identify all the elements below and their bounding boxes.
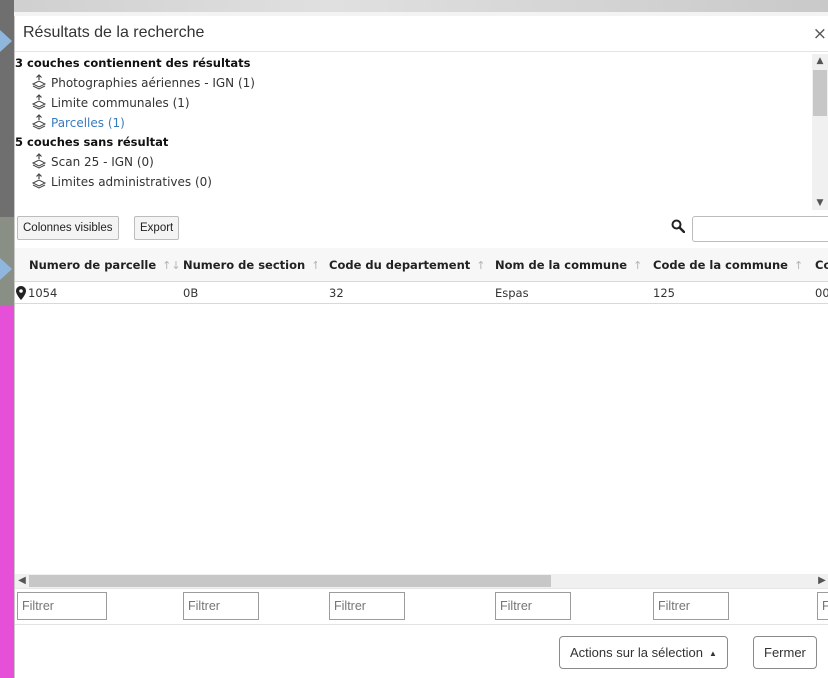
layer-label: Photographies aériennes - IGN (1) xyxy=(51,76,255,90)
filter-input-nom-commune[interactable] xyxy=(495,592,571,620)
layers-stack-icon xyxy=(31,74,47,90)
column-header-code-commune[interactable]: Code de la commune↑↓ xyxy=(639,248,803,282)
filter-input-numero-section[interactable] xyxy=(183,592,259,620)
scrollbar-thumb[interactable] xyxy=(813,70,827,116)
layers-stack-icon xyxy=(31,114,47,130)
layers-without-results-title: 5 couches sans résultat xyxy=(15,135,169,149)
search-input[interactable] xyxy=(692,216,828,242)
layer-label: Scan 25 - IGN (0) xyxy=(51,155,154,169)
cell-code-commune: 125 xyxy=(653,286,675,300)
close-icon[interactable]: × xyxy=(813,24,827,44)
visible-columns-button[interactable]: Colonnes visibles xyxy=(17,216,119,240)
column-header-nom-commune[interactable]: Nom de la commune↑↓ xyxy=(481,248,641,282)
scroll-up-icon[interactable]: ▲ xyxy=(812,54,828,68)
layer-label: Limite communales (1) xyxy=(51,96,190,110)
layer-item-limites-admin[interactable]: Limites administratives (0) xyxy=(15,172,813,192)
column-header-code[interactable]: Code xyxy=(801,248,828,282)
layer-item-photographies[interactable]: Photographies aériennes - IGN (1) xyxy=(15,73,813,93)
table-horizontal-scrollbar[interactable]: ◀ ▶ xyxy=(15,574,828,588)
map-left-strip xyxy=(0,0,14,678)
layers-with-results-title: 3 couches contiennent des résultats xyxy=(15,56,251,70)
layers-stack-icon xyxy=(31,94,47,110)
column-header-numero-parcelle[interactable]: Numero de parcelle ↑↓ xyxy=(15,248,181,282)
cell-numero-parcelle: 1054 xyxy=(28,286,58,300)
export-button[interactable]: Export xyxy=(134,216,180,240)
scroll-right-icon[interactable]: ▶ xyxy=(815,574,828,588)
close-button[interactable]: Fermer xyxy=(753,636,817,669)
column-header-code-departement[interactable]: Code du departement↑↓ xyxy=(315,248,483,282)
filter-input-code-commune[interactable] xyxy=(653,592,729,620)
layer-item-limite-communales[interactable]: Limite communales (1) xyxy=(15,93,813,113)
caret-up-icon: ▲ xyxy=(708,649,717,658)
map-top-strip xyxy=(0,0,828,12)
layer-result-list: 3 couches contiennent des résultats Phot… xyxy=(15,54,813,210)
layer-label: Limites administratives (0) xyxy=(51,175,212,189)
layer-item-scan25[interactable]: Scan 25 - IGN (0) xyxy=(15,152,813,172)
layer-list-scrollbar[interactable]: ▲ ▼ xyxy=(812,54,828,210)
layer-label: Parcelles (1) xyxy=(51,116,125,130)
cell-numero-section: 0B xyxy=(183,286,199,300)
filter-input-code-departement[interactable] xyxy=(329,592,405,620)
search-icon xyxy=(671,219,685,233)
dialog-title: Résultats de la recherche xyxy=(23,24,205,41)
results-table: Numero de parcelle↑↓ Numero de section↑↓… xyxy=(15,248,828,588)
layers-stack-icon xyxy=(31,153,47,169)
search-results-dialog: Résultats de la recherche × 3 couches co… xyxy=(14,16,828,678)
scroll-down-icon[interactable]: ▼ xyxy=(812,196,828,210)
cell-nom-commune: Espas xyxy=(495,286,529,300)
layer-item-parcelles[interactable]: Parcelles (1) xyxy=(15,113,813,133)
column-header-numero-section[interactable]: Numero de section↑↓ xyxy=(169,248,317,282)
results-toolbar: Colonnes visibles Export xyxy=(15,214,828,244)
cell-code: 00 xyxy=(815,286,828,300)
column-filters xyxy=(15,588,828,624)
cell-code-departement: 32 xyxy=(329,286,344,300)
table-row[interactable]: 1054 0B 32 Espas 125 00 xyxy=(15,282,828,304)
selection-actions-button[interactable]: Actions sur la sélection ▲ xyxy=(559,636,728,669)
dialog-header: Résultats de la recherche × xyxy=(15,16,828,52)
table-header: Numero de parcelle↑↓ Numero de section↑↓… xyxy=(15,248,828,282)
filter-input-code[interactable] xyxy=(817,592,828,620)
scrollbar-thumb[interactable] xyxy=(29,575,551,587)
filter-input-numero-parcelle[interactable] xyxy=(17,592,107,620)
scroll-left-icon[interactable]: ◀ xyxy=(15,574,29,588)
dialog-footer: Actions sur la sélection ▲ Fermer xyxy=(15,624,828,678)
layers-stack-icon xyxy=(31,173,47,189)
